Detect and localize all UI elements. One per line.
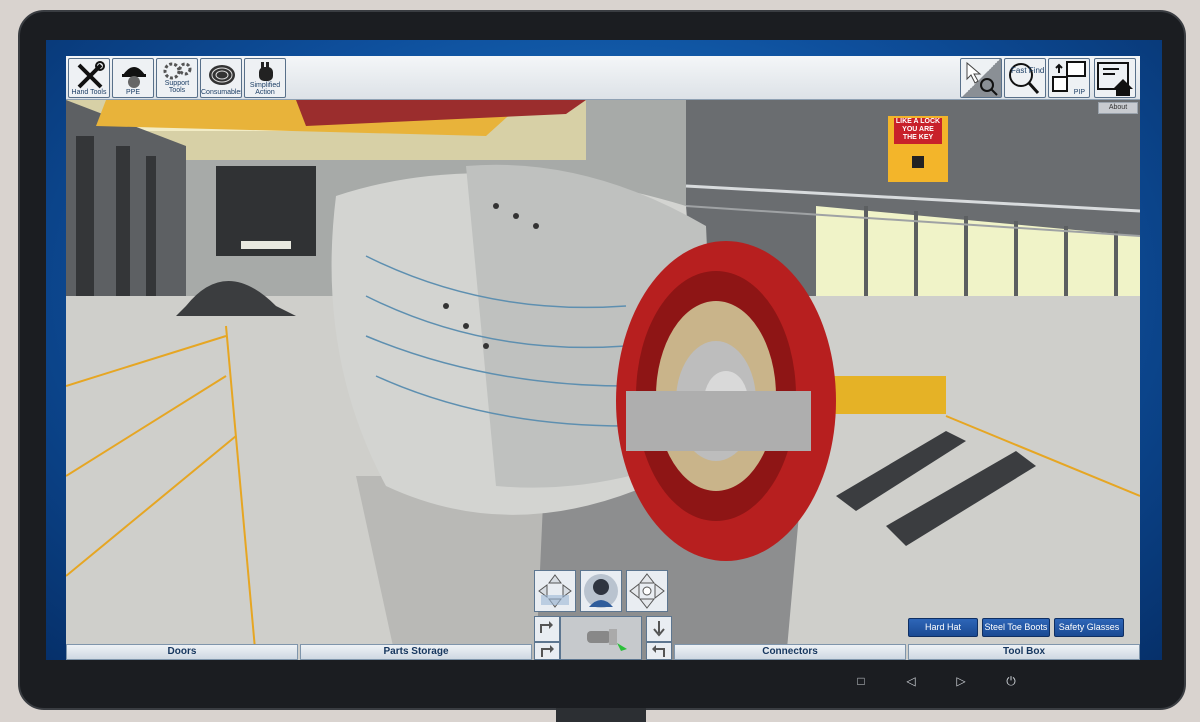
pan-arrows-icon [538,574,572,608]
avatar-view-button[interactable] [580,570,622,612]
wrench-screwdriver-icon [77,61,105,89]
monitor-controls: □ ◁ ▷ ⏻ [20,658,1184,708]
support-tools-button[interactable]: Support Tools [156,58,198,98]
fast-find-label: Fast Find [1011,66,1045,75]
rotate-right-icon [541,645,554,657]
consumables-label: Consumables [201,89,242,96]
move-arrows-icon [629,573,665,609]
select-tool-button[interactable] [960,58,1002,98]
model-preview [560,616,642,660]
ppe-button[interactable]: PPE [112,58,154,98]
pip-button[interactable]: PIP [1048,58,1090,98]
rotate-left-icon [540,621,553,633]
zoom-in-button[interactable] [646,616,672,642]
pip-label: PIP [1073,89,1085,96]
consumables-button[interactable]: Consumables [200,58,242,98]
poster-line-3: THE KEY [902,134,934,141]
wire-spool-icon [209,65,235,85]
avatar-icon [584,574,618,608]
hand-tools-button[interactable]: Hand Tools [68,58,110,98]
engine-thumbnail-icon [587,629,627,651]
ppe-item-hard-hat[interactable]: Hard Hat [908,618,978,637]
square-button-icon[interactable]: □ [854,674,868,688]
ppe-label: PPE [125,89,140,96]
about-button[interactable]: About [1098,102,1138,114]
main-menu-button[interactable] [1094,58,1136,98]
poster-line-1: LIKE A LOCK [895,118,941,125]
monitor-bezel: LIKE A LOCK YOU ARE THE KEY Hand Tools P… [18,10,1186,710]
hand-tools-label: Hand Tools [71,89,107,96]
training-app: LIKE A LOCK YOU ARE THE KEY Hand Tools P… [66,56,1140,660]
power-button-icon[interactable]: ⏻ [1004,674,1018,689]
ppe-item-steel-toe-boots[interactable]: Steel Toe Boots [982,618,1050,637]
pointer-magnifier-icon [966,61,998,96]
pan-view-button[interactable] [534,570,576,612]
ppe-item-safety-glasses[interactable]: Safety Glasses [1054,618,1124,637]
home-menu-icon [1097,62,1133,96]
hard-hat-worker-icon [122,67,146,88]
fast-find-button[interactable]: Fast Find [1004,58,1046,98]
safety-poster: LIKE A LOCK YOU ARE THE KEY [895,118,941,142]
hand-icon [259,62,273,81]
arrow-down-icon [653,621,665,637]
magnifier-icon [1009,63,1040,95]
top-toolbar: Hand Tools PPE Support Tools Consumables… [66,56,1140,100]
rotate-back-icon [652,645,665,657]
screen: LIKE A LOCK YOU ARE THE KEY Hand Tools P… [46,40,1162,660]
gears-icon [163,62,192,80]
move-view-button[interactable] [626,570,668,612]
simplified-action-button[interactable]: Simplified Action [244,58,286,98]
poster-line-2: YOU ARE [902,126,934,133]
back-button-icon[interactable]: ◁ [904,674,918,688]
support-tools-label: Support Tools [164,80,190,94]
monitor-stand [556,708,646,722]
simplified-action-label: Simplified Action [249,82,281,96]
forward-button-icon[interactable]: ▷ [954,674,968,688]
rotate-left-button[interactable] [534,616,560,642]
